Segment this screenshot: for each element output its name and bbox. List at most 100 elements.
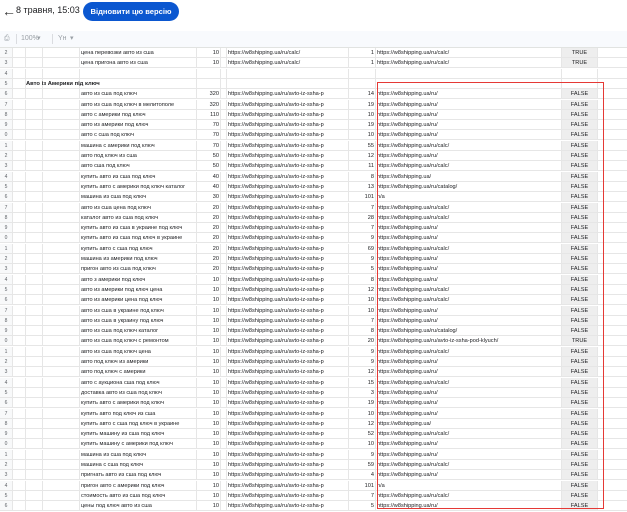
ranking-page-cell[interactable]: https://w8shipping.ua/ru/calc/ xyxy=(376,377,562,388)
cell[interactable] xyxy=(598,172,627,182)
table-row[interactable]: 0 купить авто из сша под ключ в украине 20… xyxy=(0,233,627,244)
keyword-cell[interactable]: машина из сша под ключ xyxy=(80,192,197,203)
table-row[interactable]: 4 авто с аукциона сша под ключ 10 https://w… xyxy=(0,377,627,388)
target-url-cell[interactable]: https://w8shipping.ua/ru/avto-iz-ssha-p xyxy=(227,336,349,347)
target-url-cell[interactable]: https://w8shipping.ua/ru/avto-iz-ssha-p xyxy=(227,398,349,409)
match-flag-cell[interactable]: FALSE xyxy=(562,460,598,470)
table-row[interactable]: 2 авто под ключ из сша 50 https://w8shippin… xyxy=(0,151,627,161)
cell[interactable] xyxy=(13,192,26,203)
cell[interactable] xyxy=(13,120,26,131)
cell[interactable] xyxy=(598,182,627,192)
target-url-cell[interactable]: https://w8shipping.ua/ru/avto-iz-ssha-p xyxy=(227,89,349,100)
cell[interactable] xyxy=(43,254,80,264)
cell[interactable] xyxy=(598,398,627,409)
ranking-page-cell[interactable]: https://w8shipping.ua/ru/calc/ xyxy=(376,58,562,69)
cell[interactable] xyxy=(598,141,627,151)
ranking-page-cell[interactable]: https://w8shipping.ua/ru/ xyxy=(376,387,562,398)
cell[interactable] xyxy=(13,346,26,357)
table-row[interactable]: 4 купить авто из сша под ключ 40 https://w8… xyxy=(0,171,627,182)
keyword-cell[interactable]: авто из сша под ключ каталог xyxy=(80,326,197,337)
cell[interactable] xyxy=(43,480,80,491)
table-row[interactable]: 7 купить авто под ключ из сша 10 https://w8… xyxy=(0,408,627,419)
ranking-page-cell[interactable]: https://w8shipping.ua/ru/catalog/ xyxy=(376,326,562,337)
match-flag-cell[interactable] xyxy=(562,68,598,79)
table-row[interactable]: 7 авто из сша под ключ в мелитополе 320 htt… xyxy=(0,99,627,110)
position-cell[interactable]: 9 xyxy=(349,233,376,244)
cell[interactable] xyxy=(43,202,80,213)
match-flag-cell[interactable]: FALSE xyxy=(562,109,598,120)
volume-cell[interactable]: 20 xyxy=(197,212,221,223)
keyword-cell[interactable]: пригон авто с америки под ключ xyxy=(80,480,197,491)
table-row[interactable]: 1 авто из сша под ключ цена 10 https://w8sh… xyxy=(0,346,627,357)
cell[interactable] xyxy=(598,213,627,223)
cell[interactable] xyxy=(13,501,26,512)
target-url-cell[interactable]: https://w8shipping.ua/ru/avto-iz-ssha-p xyxy=(227,449,349,460)
cell[interactable] xyxy=(43,439,80,450)
cell[interactable] xyxy=(598,481,627,491)
position-cell[interactable]: 13 xyxy=(349,181,376,192)
table-row[interactable]: 8 каталог авто из сша под ключ 20 https://w… xyxy=(0,212,627,223)
target-url-cell[interactable]: https://w8shipping.ua/ru/avto-iz-ssha-p xyxy=(227,429,349,440)
cell[interactable] xyxy=(13,480,26,491)
cell[interactable] xyxy=(598,347,627,357)
match-flag-cell[interactable]: FALSE xyxy=(562,120,598,131)
cell[interactable] xyxy=(26,243,43,254)
cell[interactable] xyxy=(26,171,43,182)
target-url-cell[interactable]: https://w8shipping.ua/ru/avto-iz-ssha-p xyxy=(227,408,349,419)
volume-cell[interactable]: 50 xyxy=(197,151,221,161)
table-row[interactable]: 7 авто из сша цена под ключ 20 https://w8sh… xyxy=(0,202,627,213)
cell[interactable] xyxy=(13,130,26,141)
position-cell[interactable]: 9 xyxy=(349,357,376,367)
target-url-cell[interactable]: https://w8shipping.ua/ru/avto-iz-ssha-p xyxy=(227,274,349,285)
cell[interactable] xyxy=(26,212,43,223)
position-cell[interactable]: 10 xyxy=(349,408,376,419)
cell[interactable] xyxy=(598,275,627,285)
volume-cell[interactable]: 10 xyxy=(197,48,221,58)
cell[interactable] xyxy=(13,460,26,470)
position-cell[interactable]: 10 xyxy=(349,305,376,316)
position-cell[interactable]: 7 xyxy=(349,223,376,234)
ranking-page-cell[interactable]: https://w8shipping.ua/ru/ xyxy=(376,99,562,110)
cell[interactable] xyxy=(13,140,26,151)
match-flag-cell[interactable]: FALSE xyxy=(562,501,598,512)
target-url-cell[interactable]: https://w8shipping.ua/ru/avto-iz-ssha-p xyxy=(227,171,349,182)
table-row[interactable]: 9 купить авто из сша в украине под ключ 20… xyxy=(0,223,627,234)
cell[interactable] xyxy=(598,110,627,120)
volume-cell[interactable]: 110 xyxy=(197,109,221,120)
cell[interactable] xyxy=(598,244,627,254)
cell[interactable] xyxy=(43,48,80,58)
cell[interactable] xyxy=(26,490,43,501)
position-cell[interactable]: 3 xyxy=(349,387,376,398)
volume-cell[interactable]: 50 xyxy=(197,161,221,172)
match-flag-cell[interactable]: FALSE xyxy=(562,305,598,316)
volume-cell[interactable]: 10 xyxy=(197,408,221,419)
keyword-cell[interactable]: авто из сша цена под ключ xyxy=(80,202,197,213)
target-url-cell[interactable]: https://w8shipping.ua/ru/avto-iz-ssha-p xyxy=(227,233,349,244)
position-cell[interactable]: 20 xyxy=(349,336,376,347)
cell[interactable] xyxy=(13,58,26,69)
volume-cell[interactable]: 20 xyxy=(197,223,221,234)
match-flag-cell[interactable]: TRUE xyxy=(562,48,598,58)
keyword-cell[interactable]: авто под ключ из сша xyxy=(80,151,197,161)
keyword-cell[interactable]: купить машину с америки под ключ xyxy=(80,439,197,450)
match-flag-cell[interactable]: FALSE xyxy=(562,418,598,429)
keyword-cell[interactable]: купить авто с америки под ключ каталог xyxy=(80,181,197,192)
target-url-cell[interactable]: https://w8shipping.ua/ru/avto-iz-ssha-p xyxy=(227,140,349,151)
match-flag-cell[interactable]: FALSE xyxy=(562,439,598,450)
cell[interactable] xyxy=(43,233,80,244)
target-url-cell[interactable]: https://w8shipping.ua/ru/avto-iz-ssha-p xyxy=(227,357,349,367)
position-cell[interactable]: 5 xyxy=(349,264,376,275)
cell[interactable] xyxy=(26,305,43,316)
volume-cell[interactable]: 10 xyxy=(197,470,221,481)
cell[interactable] xyxy=(43,460,80,470)
cell[interactable] xyxy=(13,470,26,481)
table-row[interactable]: 4 пригон авто с америки под ключ 10 https:/… xyxy=(0,480,627,491)
match-flag-cell[interactable]: FALSE xyxy=(562,130,598,141)
match-flag-cell[interactable]: FALSE xyxy=(562,295,598,306)
ranking-page-cell[interactable] xyxy=(376,78,562,89)
table-row[interactable]: 3 пригон авто из сша под ключ 20 https://w8… xyxy=(0,264,627,275)
table-row[interactable]: 8 авто с америки под ключ 110 https://w8shi… xyxy=(0,109,627,120)
target-url-cell[interactable]: https://w8shipping.ua/ru/avto-iz-ssha-p xyxy=(227,202,349,213)
keyword-cell[interactable]: авто из сша под ключ xyxy=(80,89,197,100)
cell[interactable] xyxy=(598,336,627,347)
